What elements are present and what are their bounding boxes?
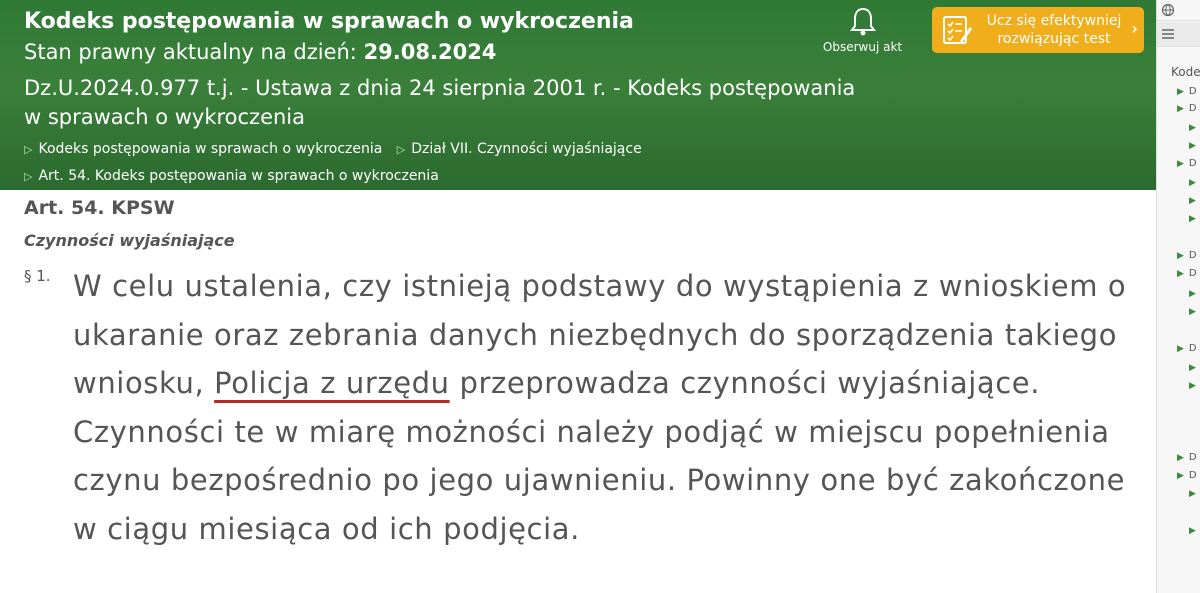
legal-state: Stan prawny aktualny na dzień: 29.08.202…: [24, 40, 496, 64]
toc-item[interactable]: ▶: [1189, 488, 1200, 499]
journal-reference: Dz.U.2024.0.977 t.j. - Ustawa z dnia 24 …: [24, 74, 984, 132]
observe-act-button[interactable]: Obserwuj akt: [815, 6, 910, 54]
triangle-right-icon: ▷: [24, 170, 33, 183]
toc-item[interactable]: ▶ D: [1177, 268, 1197, 279]
checklist-icon: [943, 16, 972, 44]
article-subtitle: Czynności wyjaśniające: [24, 231, 235, 250]
toc-item[interactable]: ▶: [1189, 525, 1200, 536]
toc-item[interactable]: ▶: [1189, 213, 1200, 224]
act-title: Kodeks postępowania w sprawach o wykrocz…: [24, 9, 634, 34]
toc-item[interactable]: ▶ D: [1177, 86, 1197, 97]
observe-act-label: Obserwuj akt: [822, 40, 903, 54]
toc-item[interactable]: ▶: [1189, 122, 1200, 133]
highlighted-phrase: Policja z urzędu: [214, 366, 450, 400]
cta-line2: rozwiązując test: [997, 31, 1111, 47]
legal-state-label: Stan prawny aktualny na dzień:: [24, 40, 357, 64]
toc-item[interactable]: ▶: [1189, 288, 1200, 299]
sidebar-toolbar-second: [1157, 22, 1200, 47]
globe-icon[interactable]: [1161, 3, 1175, 17]
journal-reference-line2: w sprawach o wykroczenia: [24, 105, 306, 129]
toc-item[interactable]: ▶: [1189, 306, 1200, 317]
toc-item[interactable]: ▶: [1189, 195, 1200, 206]
toc-item[interactable]: ▶ D: [1177, 158, 1197, 169]
act-header: Kodeks postępowania w sprawach o wykrocz…: [0, 0, 1156, 190]
toc-item[interactable]: ▶ D: [1177, 343, 1197, 354]
paragraph-number: § 1.: [24, 267, 51, 285]
sidebar-toc-label: Kode: [1171, 65, 1200, 79]
article-text: W celu ustalenia, czy istnieją podstawy …: [73, 262, 1138, 553]
breadcrumb-item-division[interactable]: ▷ Dział VII. Czynności wyjaśniające: [397, 136, 642, 163]
toc-item[interactable]: ▶ D: [1177, 452, 1197, 463]
breadcrumb-item-act[interactable]: ▷ Kodeks postępowania w sprawach o wykroc…: [24, 136, 382, 163]
practice-test-button[interactable]: Ucz się efektywniej rozwiązując test ›: [932, 7, 1144, 53]
toc-item[interactable]: ▶: [1189, 380, 1200, 391]
journal-reference-line1: Dz.U.2024.0.977 t.j. - Ustawa z dnia 24 …: [24, 76, 856, 100]
breadcrumb-item-article[interactable]: ▷ Art. 54. Kodeks postępowania w sprawach…: [24, 163, 439, 190]
triangle-right-icon: ▷: [396, 143, 406, 156]
bell-icon: [849, 7, 876, 36]
cta-line1: Ucz się efektywniej: [986, 13, 1122, 29]
breadcrumb: ▷ Kodeks postępowania w sprawach o wykroc…: [24, 136, 884, 190]
triangle-right-icon: ▷: [24, 143, 33, 156]
list-icon[interactable]: [1161, 27, 1175, 41]
toc-item[interactable]: ▶: [1189, 140, 1200, 151]
toc-item[interactable]: ▶ D: [1177, 250, 1197, 261]
toc-sidebar: Kode ▶ D ▶ D ▶ ▶ ▶ D ▶ ▶ ▶ ▶ D ▶ D ▶ ▶ ▶ D ▶ ▶…: [1156, 0, 1200, 593]
legal-state-date: 29.08.2024: [363, 40, 497, 64]
chevron-right-icon: ›: [1131, 19, 1138, 38]
article-title: Art. 54. KPSW: [24, 197, 175, 219]
toc-item[interactable]: ▶ D: [1177, 103, 1197, 114]
toc-item[interactable]: ▶: [1189, 177, 1200, 188]
toc-item[interactable]: ▶: [1189, 362, 1200, 373]
sidebar-toolbar-top: [1157, 0, 1200, 21]
toc-item[interactable]: ▶ D: [1177, 470, 1197, 481]
